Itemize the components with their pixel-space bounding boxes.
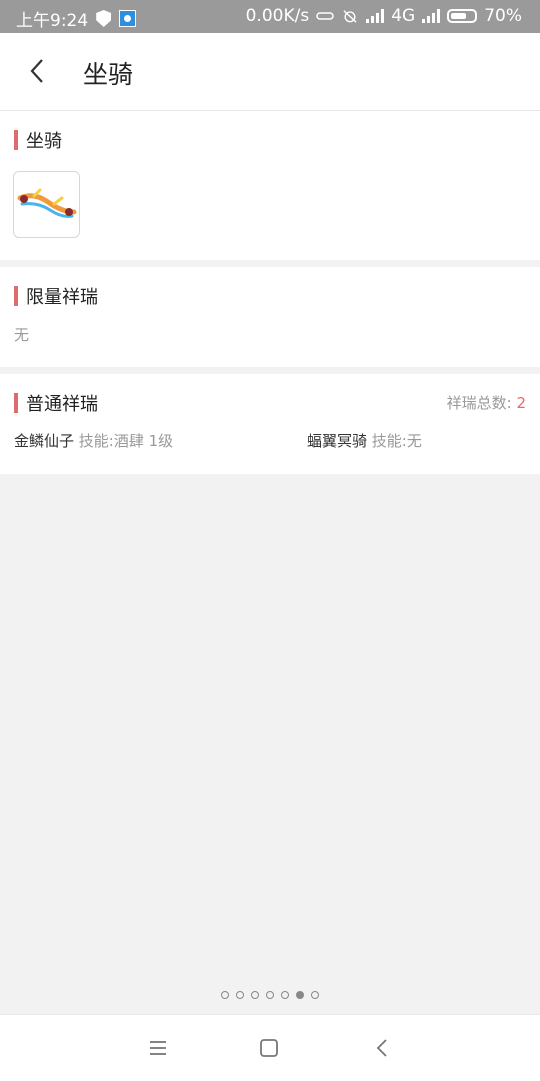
mount-thumbnail[interactable] bbox=[13, 171, 80, 238]
total-count-value: 2 bbox=[516, 394, 526, 412]
limited-section-header: 限量祥瑞 bbox=[14, 283, 98, 309]
top-nav-bar: 坐骑 bbox=[0, 33, 540, 111]
list-item[interactable]: 蝠翼冥骑 技能:无 bbox=[307, 430, 422, 451]
alarm-off-icon bbox=[343, 10, 357, 23]
normal-section-header: 普通祥瑞 bbox=[14, 390, 98, 416]
item-skill-label: 技能: bbox=[371, 432, 407, 450]
accent-bar bbox=[14, 130, 18, 150]
list-item[interactable]: 金鳞仙子 技能:酒肆 1级 bbox=[14, 430, 173, 451]
item-name: 金鳞仙子 bbox=[14, 432, 75, 450]
page-dot[interactable] bbox=[266, 991, 274, 999]
back-icon[interactable] bbox=[370, 1035, 396, 1061]
mount-card: 坐骑 bbox=[0, 111, 540, 260]
mount-section-title: 坐骑 bbox=[26, 131, 62, 152]
mount-image-icon bbox=[17, 188, 77, 218]
item-skill-label: 技能: bbox=[78, 432, 114, 450]
menu-icon[interactable] bbox=[145, 1035, 171, 1061]
vibrate-icon bbox=[316, 12, 334, 20]
page-dot[interactable] bbox=[311, 991, 319, 999]
page-indicator[interactable] bbox=[0, 991, 540, 999]
page-title: 坐骑 bbox=[83, 60, 134, 89]
system-nav-bar bbox=[0, 1014, 540, 1081]
network-type: 4G bbox=[391, 6, 416, 26]
page-dot[interactable] bbox=[221, 991, 229, 999]
net-speed: 0.00K/s bbox=[245, 6, 310, 26]
total-count-label: 祥瑞总数: 2 bbox=[447, 392, 526, 413]
shield-icon bbox=[96, 10, 112, 27]
accent-bar bbox=[14, 393, 18, 413]
limited-section-title: 限量祥瑞 bbox=[26, 287, 98, 308]
signal-icon bbox=[366, 9, 385, 23]
accent-bar bbox=[14, 286, 18, 306]
item-skill-value: 无 bbox=[406, 432, 422, 450]
app-notification-icon bbox=[119, 10, 137, 27]
page-dot[interactable] bbox=[251, 991, 259, 999]
item-name: 蝠翼冥骑 bbox=[307, 432, 368, 450]
page-dot[interactable] bbox=[281, 991, 289, 999]
normal-card: 普通祥瑞 祥瑞总数: 2 金鳞仙子 技能:酒肆 1级 蝠翼冥骑 技能:无 bbox=[0, 374, 540, 474]
chevron-left-icon[interactable] bbox=[20, 53, 56, 89]
limited-empty-text: 无 bbox=[14, 326, 30, 344]
status-time: 上午9:24 bbox=[16, 11, 89, 31]
mount-section-header: 坐骑 bbox=[14, 127, 62, 153]
normal-section-title: 普通祥瑞 bbox=[26, 394, 98, 415]
signal-icon-2 bbox=[422, 9, 441, 23]
page-dot[interactable] bbox=[236, 991, 244, 999]
page-dot-active[interactable] bbox=[296, 991, 304, 999]
limited-card: 限量祥瑞 无 bbox=[0, 267, 540, 367]
battery-percent: 70% bbox=[484, 6, 522, 26]
status-bar: 上午9:24 0.00K/s 4G 70% bbox=[0, 0, 540, 33]
battery-icon bbox=[447, 9, 478, 23]
item-skill-value: 酒肆 1级 bbox=[113, 432, 174, 450]
home-icon[interactable] bbox=[256, 1035, 282, 1061]
total-label-text: 祥瑞总数: bbox=[446, 394, 512, 412]
